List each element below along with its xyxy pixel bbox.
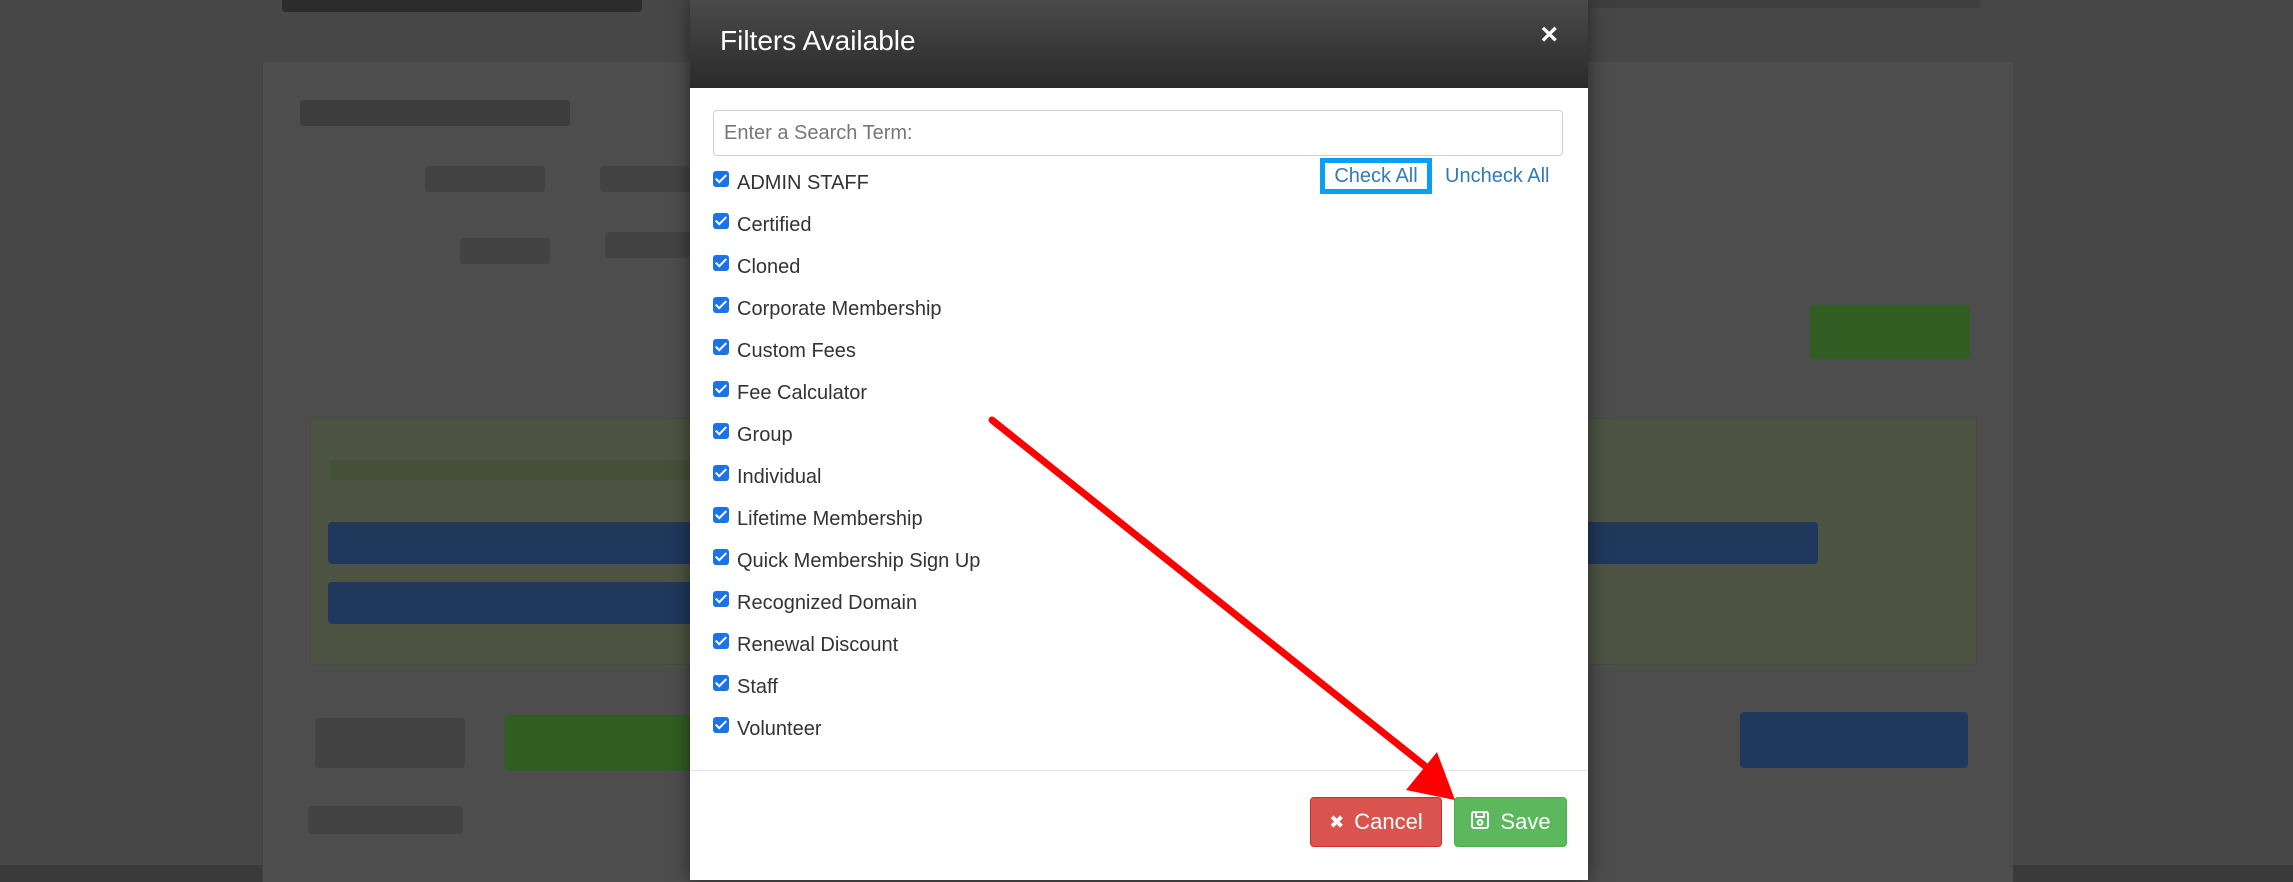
checkbox[interactable]: [713, 423, 729, 439]
filter-checkbox-row[interactable]: Custom Fees: [713, 330, 1213, 372]
x-icon: ✖: [1329, 811, 1345, 832]
background-blue-button: [1740, 712, 1968, 768]
filter-checkbox-row[interactable]: Volunteer: [713, 708, 1213, 750]
checkbox[interactable]: [713, 549, 729, 565]
filter-checkbox-row[interactable]: Lifetime Membership: [713, 498, 1213, 540]
filter-checkbox-row[interactable]: Renewal Discount: [713, 624, 1213, 666]
save-button[interactable]: Save: [1454, 797, 1567, 847]
checkbox[interactable]: [713, 171, 729, 187]
modal-title: Filters Available: [720, 25, 916, 56]
background-green-bar: [505, 715, 705, 771]
save-label: Save: [1500, 809, 1551, 834]
filter-label: Renewal Discount: [737, 633, 899, 656]
uncheck-all-link[interactable]: Uncheck All: [1445, 162, 1550, 190]
filter-checkbox-row[interactable]: Cloned: [713, 246, 1213, 288]
check-all-link[interactable]: Check All: [1320, 158, 1432, 194]
filter-checkbox-row[interactable]: ADMIN STAFF: [713, 162, 1213, 204]
filter-label: Corporate Membership: [737, 297, 942, 320]
checkbox[interactable]: [713, 591, 729, 607]
filter-label: Recognized Domain: [737, 591, 918, 614]
checkbox[interactable]: [713, 381, 729, 397]
filter-label: Cloned: [737, 255, 801, 278]
filters-modal: Filters Available × ADMIN STAFF Certified…: [690, 0, 1588, 880]
filter-checkbox-row[interactable]: Corporate Membership: [713, 288, 1213, 330]
filter-checkbox-row[interactable]: Certified: [713, 204, 1213, 246]
filter-checkbox-row[interactable]: Individual: [713, 456, 1213, 498]
background-dark-button: [315, 718, 465, 768]
checkbox[interactable]: [713, 675, 729, 691]
filter-checkbox-row[interactable]: Fee Calculator: [713, 372, 1213, 414]
filter-checkbox-row[interactable]: Group: [713, 414, 1213, 456]
background-chip: [605, 232, 690, 258]
search-input[interactable]: [713, 110, 1563, 156]
background-chip: [460, 238, 550, 264]
checkbox[interactable]: [713, 339, 729, 355]
filter-checkbox-row[interactable]: Staff: [713, 666, 1213, 708]
background-small-text: [308, 806, 463, 834]
background-green-button: [1810, 305, 1970, 359]
cancel-button[interactable]: ✖ Cancel: [1310, 797, 1442, 847]
filter-label: ADMIN STAFF: [737, 171, 869, 194]
background-blue-bar: [328, 582, 708, 624]
checkbox[interactable]: [713, 507, 729, 523]
background-chip: [600, 166, 690, 192]
checkbox[interactable]: [713, 717, 729, 733]
filter-label: Group: [737, 423, 793, 446]
filter-label: Fee Calculator: [737, 381, 868, 404]
modal-header: Filters Available ×: [690, 0, 1588, 88]
filter-checkbox-row[interactable]: Recognized Domain: [713, 582, 1213, 624]
background-breadcrumb: [1560, 0, 1980, 8]
filter-checkbox-row[interactable]: Quick Membership Sign Up: [713, 540, 1213, 582]
checkbox[interactable]: [713, 465, 729, 481]
checkbox[interactable]: [713, 213, 729, 229]
background-page-title: [282, 0, 642, 12]
filter-label: Individual: [737, 465, 822, 488]
background-chip: [425, 166, 545, 192]
filter-label: Staff: [737, 675, 778, 698]
background-heading: [300, 100, 570, 126]
checkbox[interactable]: [713, 633, 729, 649]
checkbox[interactable]: [713, 297, 729, 313]
checkbox[interactable]: [713, 255, 729, 271]
modal-footer-divider: [690, 770, 1588, 771]
filter-label: Certified: [737, 213, 812, 236]
floppy-disk-icon: [1470, 810, 1490, 835]
cancel-label: Cancel: [1354, 809, 1423, 834]
filter-checkbox-list: ADMIN STAFF Certified Cloned Corporate Memb…: [713, 162, 1213, 750]
filter-label: Quick Membership Sign Up: [737, 549, 981, 572]
filter-label: Lifetime Membership: [737, 507, 923, 530]
filter-label: Volunteer: [737, 717, 822, 740]
close-icon[interactable]: ×: [1540, 20, 1558, 50]
filter-label: Custom Fees: [737, 339, 856, 362]
